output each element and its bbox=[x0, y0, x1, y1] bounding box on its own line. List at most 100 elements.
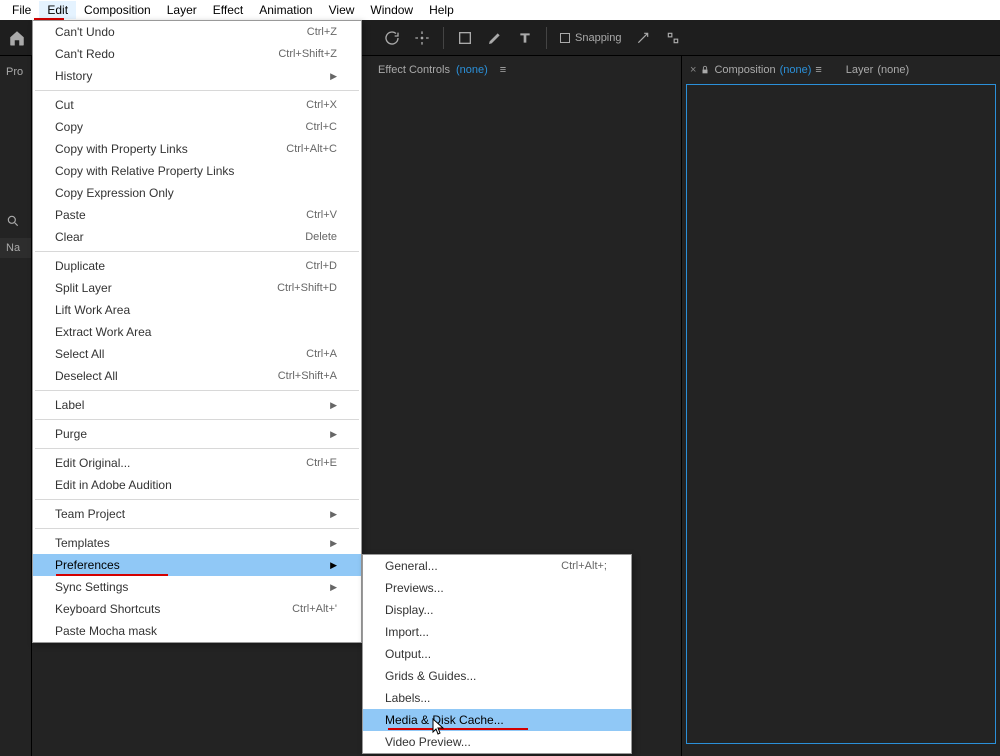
edit-menu-item-preferences[interactable]: Preferences ▶ bbox=[33, 554, 361, 576]
menu-separator bbox=[35, 419, 359, 420]
snapping-toggle[interactable]: Snapping bbox=[559, 32, 622, 44]
prefs-menu-item-previews[interactable]: Previews... bbox=[363, 577, 631, 599]
menu-item-label: Extract Work Area bbox=[55, 325, 151, 339]
menu-separator bbox=[35, 499, 359, 500]
edit-menu-item-purge[interactable]: Purge ▶ bbox=[33, 423, 361, 445]
edit-menu-item-edit-original[interactable]: Edit Original...Ctrl+E bbox=[33, 452, 361, 474]
prefs-menu-item-video-preview[interactable]: Video Preview... bbox=[363, 731, 631, 753]
edit-menu-item-split-layer[interactable]: Split LayerCtrl+Shift+D bbox=[33, 277, 361, 299]
menu-composition[interactable]: Composition bbox=[76, 1, 159, 19]
menu-view[interactable]: View bbox=[321, 1, 363, 19]
layer-tab[interactable]: Layer (none) bbox=[846, 64, 909, 76]
menu-window[interactable]: Window bbox=[362, 1, 421, 19]
edit-menu-item-sync-settings[interactable]: Sync Settings▶ bbox=[33, 576, 361, 598]
prefs-menu-item-grids-guides[interactable]: Grids & Guides... bbox=[363, 665, 631, 687]
prefs-menu-item-labels[interactable]: Labels... bbox=[363, 687, 631, 709]
edit-menu-item-templates[interactable]: Templates ▶ bbox=[33, 532, 361, 554]
submenu-arrow-icon: ▶ bbox=[330, 538, 337, 549]
submenu-arrow-icon: ▶ bbox=[330, 560, 337, 571]
anchor-tool-icon[interactable] bbox=[413, 29, 431, 47]
menu-separator bbox=[35, 528, 359, 529]
layer-label: Layer bbox=[846, 64, 874, 76]
edit-menu-item-cut[interactable]: CutCtrl+X bbox=[33, 94, 361, 116]
menu-item-label: Preferences bbox=[55, 558, 120, 572]
prefs-menu-item-import[interactable]: Import... bbox=[363, 621, 631, 643]
prefs-menu-item-output[interactable]: Output... bbox=[363, 643, 631, 665]
menubar: File Edit Composition Layer Effect Anima… bbox=[0, 0, 1000, 20]
composition-value: (none) bbox=[780, 64, 812, 76]
pen-tool-icon[interactable] bbox=[486, 29, 504, 47]
menu-item-shortcut: Ctrl+Alt+; bbox=[561, 560, 607, 572]
edit-menu-item-team-project[interactable]: Team Project▶ bbox=[33, 503, 361, 525]
menu-effect[interactable]: Effect bbox=[205, 1, 251, 19]
prefs-menu-item-display[interactable]: Display... bbox=[363, 599, 631, 621]
edit-menu-item-copy-with-property-links[interactable]: Copy with Property LinksCtrl+Alt+C bbox=[33, 138, 361, 160]
edit-menu-item-paste-mocha-mask[interactable]: Paste Mocha mask bbox=[33, 620, 361, 642]
search-icon[interactable] bbox=[0, 212, 31, 230]
shape-tool-icon[interactable] bbox=[456, 29, 474, 47]
close-icon[interactable]: × bbox=[690, 64, 696, 76]
type-tool-icon[interactable] bbox=[516, 29, 534, 47]
menu-item-label: Deselect All bbox=[55, 369, 118, 383]
home-icon[interactable] bbox=[8, 29, 26, 47]
menu-item-shortcut: Ctrl+Z bbox=[307, 26, 337, 38]
name-column-header[interactable]: Na bbox=[0, 238, 31, 258]
edit-menu-item-extract-work-area[interactable]: Extract Work Area bbox=[33, 321, 361, 343]
edit-menu-item-history[interactable]: History▶ bbox=[33, 65, 361, 87]
panel-menu-icon[interactable]: ≡ bbox=[500, 64, 506, 76]
edit-menu-item-clear[interactable]: ClearDelete bbox=[33, 226, 361, 248]
edit-menu-item-keyboard-shortcuts[interactable]: Keyboard ShortcutsCtrl+Alt+' bbox=[33, 598, 361, 620]
menu-edit[interactable]: Edit bbox=[39, 1, 76, 19]
menu-separator bbox=[35, 448, 359, 449]
effect-controls-value: (none) bbox=[456, 64, 488, 76]
edit-menu-item-lift-work-area[interactable]: Lift Work Area bbox=[33, 299, 361, 321]
annotation-underline-preferences bbox=[56, 574, 168, 576]
snap-opt1-icon[interactable] bbox=[634, 29, 652, 47]
snapping-label: Snapping bbox=[575, 32, 622, 44]
composition-tab[interactable]: × Composition (none) ≡ bbox=[690, 64, 822, 76]
edit-menu-item-copy[interactable]: CopyCtrl+C bbox=[33, 116, 361, 138]
edit-menu-item-paste[interactable]: PasteCtrl+V bbox=[33, 204, 361, 226]
menu-item-label: Purge bbox=[55, 427, 87, 441]
menu-item-label: Edit Original... bbox=[55, 456, 130, 470]
submenu-arrow-icon: ▶ bbox=[330, 582, 337, 593]
menu-separator bbox=[35, 251, 359, 252]
menu-item-label: Templates bbox=[55, 536, 110, 550]
composition-viewer[interactable] bbox=[686, 84, 996, 744]
edit-menu-item-can-t-redo[interactable]: Can't Redo Ctrl+Shift+Z bbox=[33, 43, 361, 65]
edit-menu-item-deselect-all[interactable]: Deselect AllCtrl+Shift+A bbox=[33, 365, 361, 387]
mouse-cursor bbox=[432, 718, 446, 736]
edit-menu-item-copy-with-relative-property-links[interactable]: Copy with Relative Property Links bbox=[33, 160, 361, 182]
lock-icon[interactable] bbox=[700, 65, 710, 75]
menu-item-label: Output... bbox=[385, 647, 431, 661]
edit-menu-item-select-all[interactable]: Select AllCtrl+A bbox=[33, 343, 361, 365]
edit-menu-item-copy-expression-only[interactable]: Copy Expression Only bbox=[33, 182, 361, 204]
menu-item-label: General... bbox=[385, 559, 438, 573]
annotation-underline-media-disk-cache bbox=[388, 728, 528, 730]
menu-item-label: Can't Redo bbox=[55, 47, 115, 61]
separator bbox=[443, 27, 444, 49]
edit-menu-item-can-t-undo[interactable]: Can't UndoCtrl+Z bbox=[33, 21, 361, 43]
menu-item-label: Copy with Property Links bbox=[55, 142, 188, 156]
menu-file[interactable]: File bbox=[4, 1, 39, 19]
submenu-arrow-icon: ▶ bbox=[330, 509, 337, 520]
menu-help[interactable]: Help bbox=[421, 1, 462, 19]
edit-menu-item-label[interactable]: Label▶ bbox=[33, 394, 361, 416]
menu-item-label: Paste Mocha mask bbox=[55, 624, 157, 638]
snap-opt2-icon[interactable] bbox=[664, 29, 682, 47]
prefs-menu-item-general[interactable]: General... Ctrl+Alt+; bbox=[363, 555, 631, 577]
menu-animation[interactable]: Animation bbox=[251, 1, 320, 19]
edit-menu-item-edit-in-adobe-audition[interactable]: Edit in Adobe Audition bbox=[33, 474, 361, 496]
rotate-tool-icon[interactable] bbox=[383, 29, 401, 47]
submenu-arrow-icon: ▶ bbox=[330, 429, 337, 440]
separator bbox=[546, 27, 547, 49]
menu-item-shortcut: Delete bbox=[305, 231, 337, 243]
menu-item-label: Grids & Guides... bbox=[385, 669, 476, 683]
menu-item-shortcut: Ctrl+Shift+Z bbox=[278, 48, 337, 60]
edit-menu-item-duplicate[interactable]: DuplicateCtrl+D bbox=[33, 255, 361, 277]
menu-item-label: Copy with Relative Property Links bbox=[55, 164, 234, 178]
menu-layer[interactable]: Layer bbox=[159, 1, 205, 19]
menu-item-label: Import... bbox=[385, 625, 429, 639]
menu-item-label: Display... bbox=[385, 603, 433, 617]
panel-menu-icon[interactable]: ≡ bbox=[815, 64, 821, 76]
